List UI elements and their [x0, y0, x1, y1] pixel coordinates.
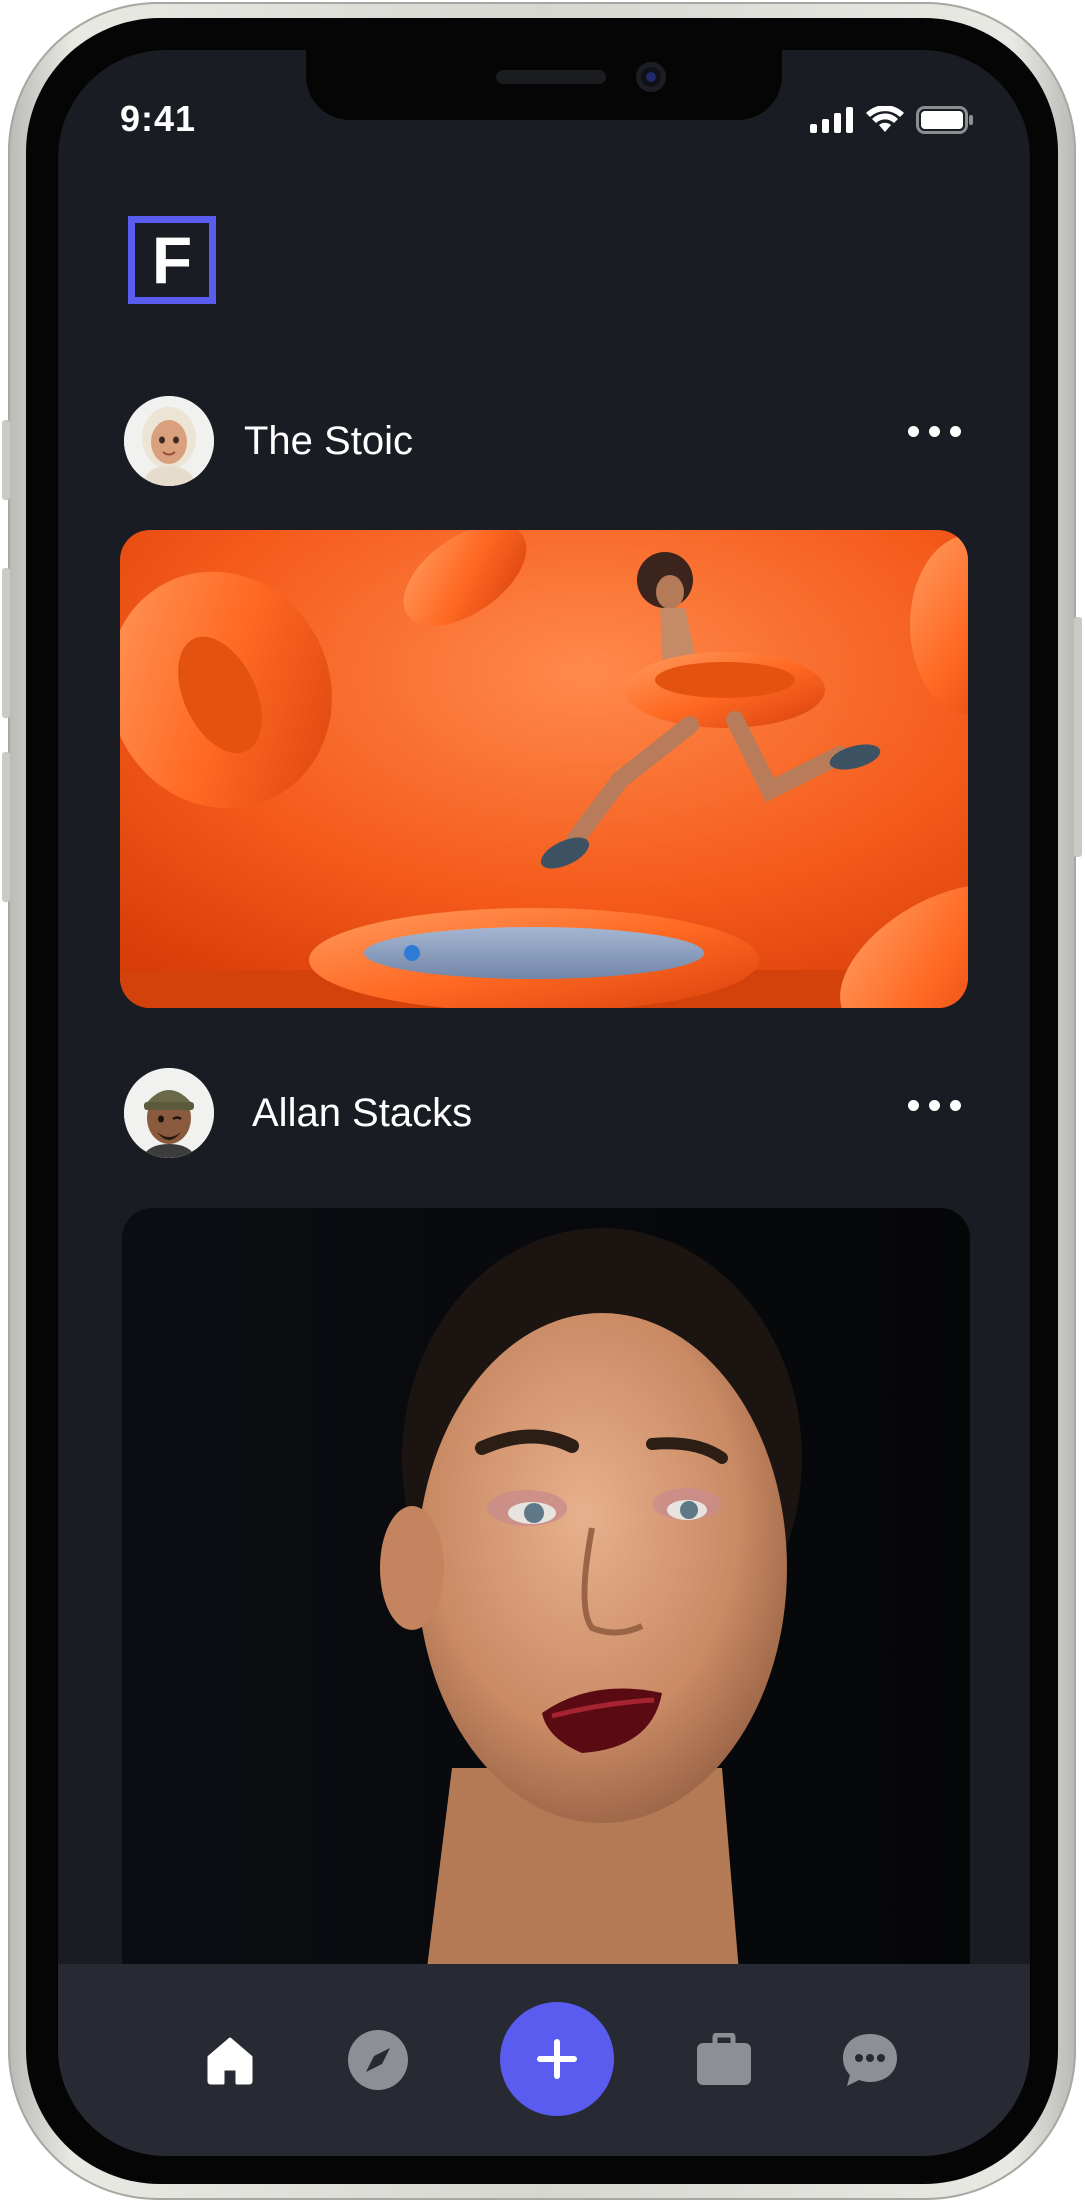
chat-icon: [843, 2034, 897, 2086]
dot-icon: [908, 426, 919, 437]
post-image[interactable]: [120, 530, 968, 1008]
app-logo[interactable]: F: [128, 216, 216, 304]
notch: [306, 50, 782, 120]
battery-icon: [916, 106, 973, 134]
avatar[interactable]: [124, 396, 214, 486]
post-author[interactable]: The Stoic: [244, 419, 413, 464]
more-options-button[interactable]: [908, 1100, 961, 1111]
home-icon: [207, 2037, 253, 2085]
dot-icon: [929, 426, 940, 437]
more-options-button[interactable]: [908, 426, 961, 437]
tab-jobs[interactable]: [692, 2028, 756, 2092]
post-header: The Stoic: [124, 396, 413, 486]
dot-icon: [950, 1100, 961, 1111]
camera: [636, 62, 666, 92]
add-post-button[interactable]: [500, 2002, 614, 2116]
wifi-icon: [866, 106, 904, 132]
side-button: [1074, 617, 1082, 857]
dot-icon: [950, 426, 961, 437]
tab-home[interactable]: [198, 2028, 262, 2092]
status-icons: [810, 106, 974, 134]
pool-float-photo: [120, 530, 968, 1008]
compass-icon: [348, 2030, 408, 2090]
dot-icon: [929, 1100, 940, 1111]
dot-icon: [908, 1100, 919, 1111]
side-button: [2, 420, 10, 500]
portrait-photo: [122, 1208, 970, 2008]
memoji-avatar-icon: [124, 396, 214, 486]
tab-messages[interactable]: [838, 2028, 902, 2092]
post-author[interactable]: Allan Stacks: [252, 1091, 472, 1136]
briefcase-icon: [697, 2033, 751, 2085]
side-button: [2, 752, 10, 902]
post-header: Allan Stacks: [124, 1068, 472, 1158]
side-button: [2, 568, 10, 718]
bottom-tab-bar: [58, 1964, 1030, 2156]
speaker: [496, 70, 606, 84]
avatar[interactable]: [124, 1068, 214, 1158]
post-image[interactable]: [122, 1208, 970, 2008]
tab-explore[interactable]: [346, 2028, 410, 2092]
plus-icon: [537, 2039, 577, 2079]
screen: 9:41 F The Stoic Allan Stacks: [58, 50, 1030, 2156]
signal-icon: [810, 107, 853, 133]
status-time: 9:41: [120, 98, 197, 139]
memoji-avatar-icon: [124, 1068, 214, 1158]
